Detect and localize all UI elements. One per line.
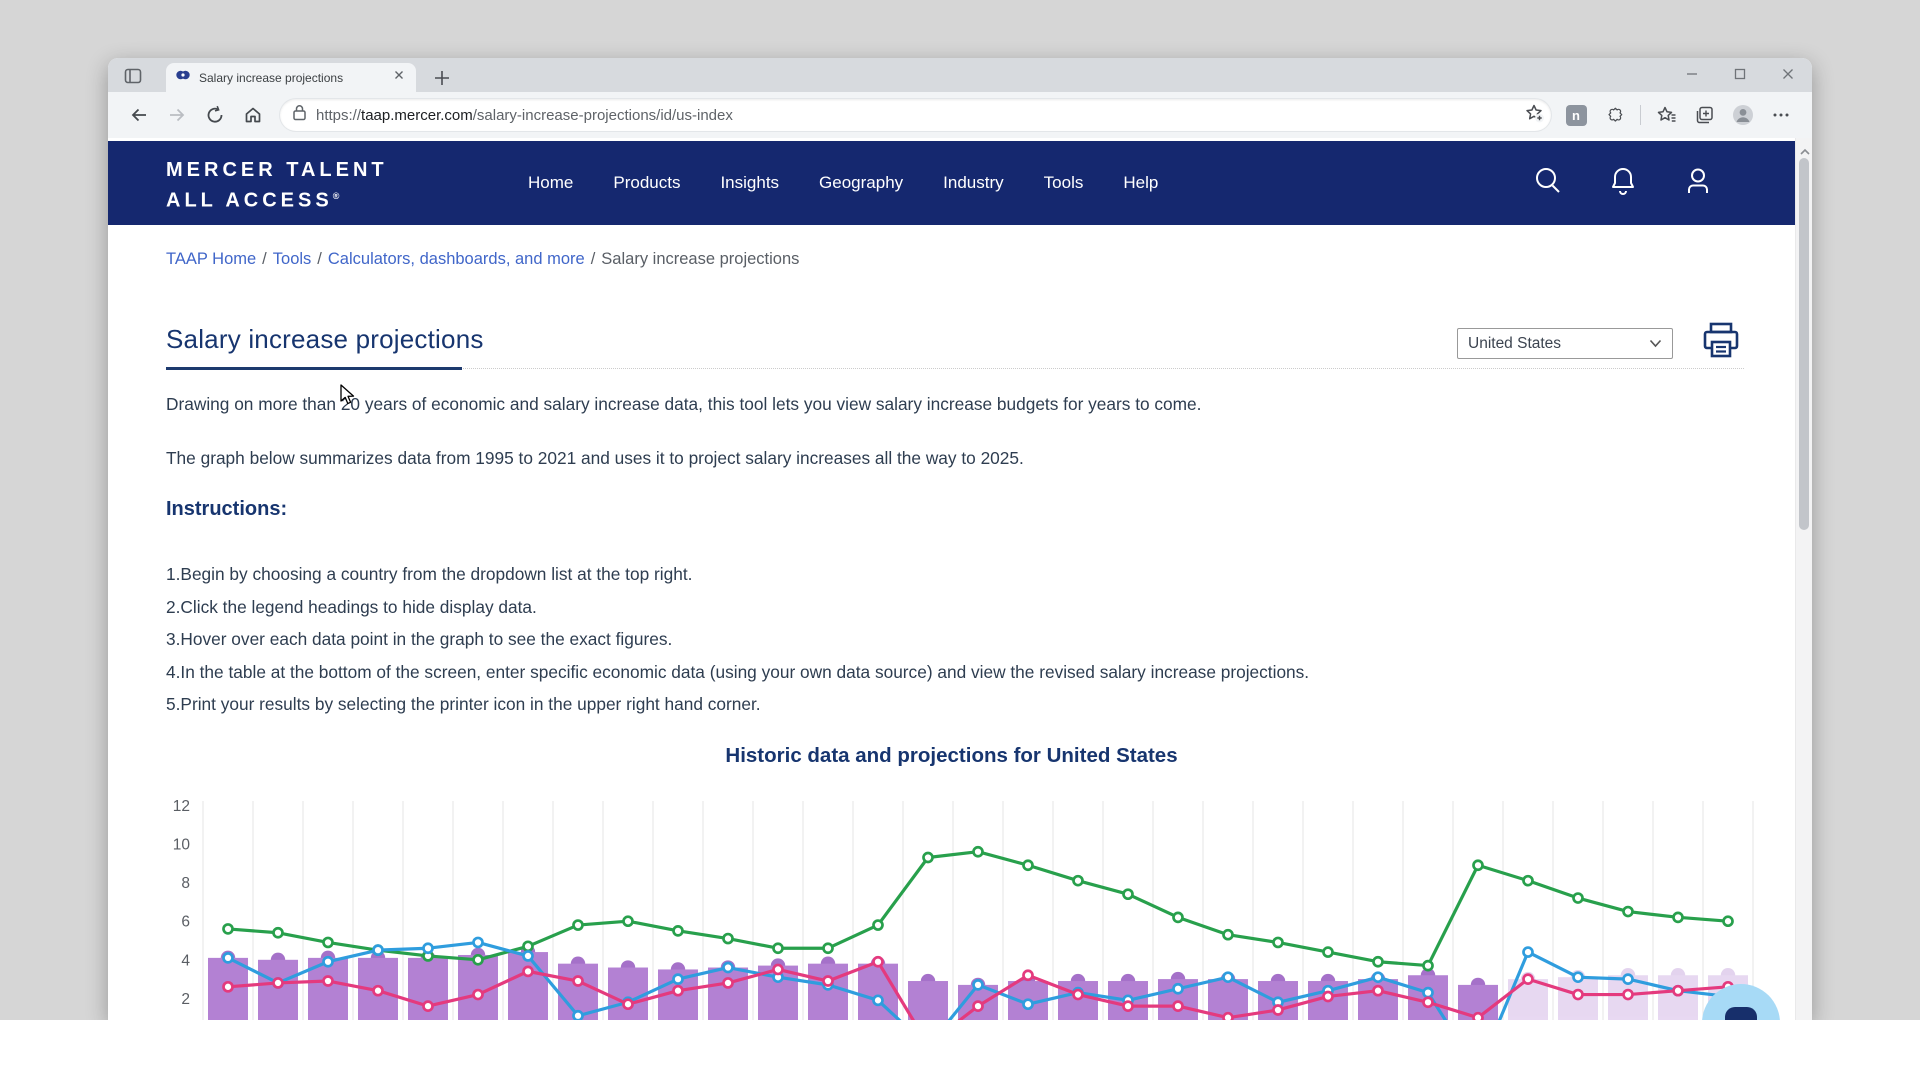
bar-2003: [608, 960, 648, 1020]
screen-bottom-strip: [0, 1020, 1920, 1080]
breadcrumb-separator: /: [262, 250, 267, 268]
settings-more-icon[interactable]: [1764, 98, 1798, 132]
site-nav-icons: [1533, 141, 1713, 225]
collections-icon[interactable]: [1688, 98, 1722, 132]
page-viewport: MERCER TALENT ALL ACCESS® Home Products …: [108, 138, 1812, 1020]
instruction-item-1: 1.Begin by choosing a country from the d…: [166, 558, 1309, 591]
page-scrollbar[interactable]: [1795, 138, 1812, 1020]
title-underline: [166, 367, 462, 370]
breadcrumb-current: Salary increase projections: [601, 250, 799, 268]
add-favorite-star-icon[interactable]: [1523, 102, 1545, 129]
nav-item-industry[interactable]: Industry: [943, 173, 1003, 193]
breadcrumb-separator: /: [317, 250, 322, 268]
toolbar-divider: [1640, 105, 1641, 125]
nav-item-home[interactable]: Home: [528, 173, 573, 193]
nav-item-insights[interactable]: Insights: [720, 173, 779, 193]
bar-2014: [1158, 972, 1198, 1020]
instruction-item-4: 4.In the table at the bottom of the scre…: [166, 656, 1309, 689]
salary-projections-chart[interactable]: 12 10 8 6 4 2: [138, 788, 1793, 1020]
close-window-button[interactable]: [1764, 58, 1812, 90]
url-path: /salary-increase-projections/id/us-index: [473, 107, 733, 124]
instruction-item-2: 2.Click the legend headings to hide disp…: [166, 591, 1309, 624]
chevron-down-icon: [1649, 335, 1662, 353]
instruction-item-5: 5.Print your results by selecting the pr…: [166, 688, 1309, 721]
logo-line2: ALL ACCESS®: [166, 183, 388, 214]
nav-item-products[interactable]: Products: [613, 173, 680, 193]
home-button[interactable]: [236, 98, 270, 132]
breadcrumb-link-tools[interactable]: Tools: [273, 250, 312, 268]
site-nav-menu: Home Products Insights Geography Industr…: [528, 141, 1158, 225]
instructions-list: 1.Begin by choosing a country from the d…: [166, 558, 1309, 721]
tab-title: Salary increase projections: [199, 71, 391, 85]
user-account-icon[interactable]: [1683, 166, 1713, 201]
forward-button[interactable]: [160, 98, 194, 132]
browser-tab-strip: Salary increase projections: [108, 58, 1812, 92]
nav-item-geography[interactable]: Geography: [819, 173, 903, 193]
minimize-button[interactable]: [1668, 58, 1716, 90]
instruction-item-3: 3.Hover over each data point in the grap…: [166, 623, 1309, 656]
chat-bot-icon: [1725, 1007, 1757, 1020]
scrollbar-thumb[interactable]: [1799, 158, 1809, 530]
country-select-value: United States: [1468, 335, 1649, 353]
nav-item-tools[interactable]: Tools: [1044, 173, 1084, 193]
window-controls: [1668, 58, 1812, 90]
y-axis-tick: 12: [173, 798, 190, 815]
chart-title: Historic data and projections for United…: [108, 744, 1795, 768]
y-axis-tick: 4: [181, 952, 190, 969]
extension-n-badge: n: [1566, 105, 1587, 126]
printer-icon[interactable]: [1700, 320, 1742, 362]
url-text: https://taap.mercer.com/salary-increase-…: [316, 107, 1523, 124]
intro-paragraph-1: Drawing on more than 20 years of economi…: [166, 394, 1201, 415]
nav-item-help[interactable]: Help: [1123, 173, 1158, 193]
page-title: Salary increase projections: [166, 324, 484, 355]
mercer-taap-logo[interactable]: MERCER TALENT ALL ACCESS®: [166, 157, 388, 214]
extension-n-icon[interactable]: n: [1559, 98, 1593, 132]
y-axis-tick: 8: [181, 875, 190, 892]
address-bar[interactable]: https://taap.mercer.com/salary-increase-…: [280, 99, 1551, 131]
extensions-puzzle-icon[interactable]: [1597, 98, 1631, 132]
search-icon[interactable]: [1533, 166, 1563, 201]
breadcrumb-link-taap-home[interactable]: TAAP Home: [166, 250, 256, 268]
registered-mark: ®: [333, 191, 340, 201]
browser-tab[interactable]: Salary increase projections: [166, 63, 416, 92]
tab-favicon-mercer-icon: [175, 67, 191, 88]
breadcrumb-link-calculators[interactable]: Calculators, dashboards, and more: [328, 250, 585, 268]
profile-avatar-icon[interactable]: [1726, 98, 1760, 132]
y-axis-tick: 10: [173, 837, 191, 854]
country-select[interactable]: United States: [1457, 328, 1673, 359]
url-domain: taap.mercer.com: [361, 107, 473, 124]
instructions-heading: Instructions:: [166, 498, 287, 521]
lock-icon: [292, 104, 307, 126]
breadcrumb-separator: /: [591, 250, 596, 268]
y-axis-tick: 2: [181, 991, 190, 1008]
bar-2009: [908, 974, 948, 1020]
mouse-cursor: [340, 384, 358, 411]
maximize-button[interactable]: [1716, 58, 1764, 90]
y-axis-tick: 6: [181, 914, 190, 931]
back-button[interactable]: [122, 98, 156, 132]
favorites-star-icon[interactable]: [1650, 98, 1684, 132]
new-tab-button[interactable]: [430, 66, 454, 90]
browser-window: Salary increase projections: [108, 58, 1812, 1020]
toolbar-extensions-area: n: [1557, 98, 1800, 132]
refresh-button[interactable]: [198, 98, 232, 132]
tab-close-icon[interactable]: [391, 67, 407, 88]
desktop-background: Salary increase projections: [0, 0, 1920, 1080]
url-scheme: https://: [316, 107, 361, 124]
breadcrumb: TAAP Home / Tools / Calculators, dashboards,…: [166, 250, 799, 269]
logo-line1: MERCER TALENT: [166, 157, 388, 183]
tab-workspaces-icon[interactable]: [122, 65, 144, 87]
intro-paragraph-2: The graph below summarizes data from 199…: [166, 448, 1024, 469]
notifications-bell-icon[interactable]: [1609, 166, 1637, 201]
browser-toolbar: https://taap.mercer.com/salary-increase-…: [108, 92, 1812, 138]
site-navbar: MERCER TALENT ALL ACCESS® Home Products …: [108, 141, 1795, 225]
